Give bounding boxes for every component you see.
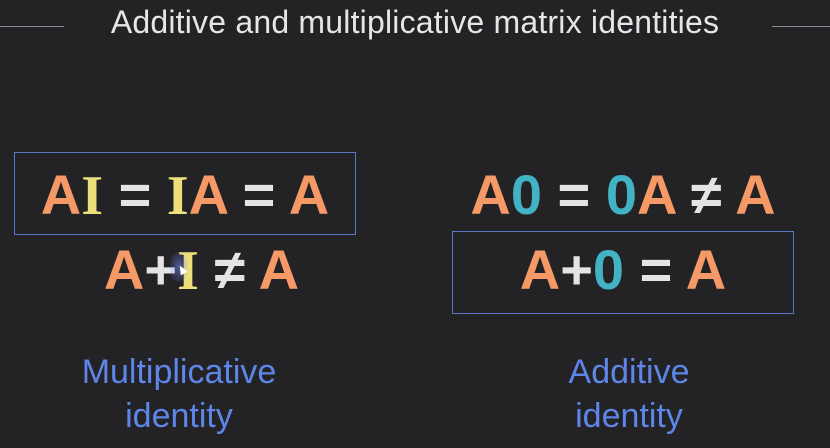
plus-sign: + — [560, 238, 593, 301]
matrix-a: A — [735, 163, 776, 226]
zero-matrix: 0 — [592, 238, 625, 301]
equals-sign: = — [103, 163, 167, 226]
equals-sign: = — [542, 163, 606, 226]
zero-matrix: 0 — [510, 163, 542, 226]
matrix-a: A — [103, 238, 145, 301]
additive-identity-caption: Additive identity — [464, 350, 794, 438]
matrix-a: A — [636, 163, 676, 226]
equals-sign: = — [227, 163, 289, 226]
not-equal-sign: ≠ — [675, 163, 736, 226]
zero-matrix: 0 — [605, 163, 637, 226]
multiplicative-identity-equation: AI = IA = A — [14, 163, 356, 227]
identity-addition-equation: A+I ≠ A — [14, 238, 389, 302]
caption-line: identity — [575, 397, 683, 435]
matrix-a: A — [188, 163, 228, 226]
matrix-a: A — [519, 238, 561, 301]
caption-line: Additive — [568, 353, 690, 391]
identity-matrix-i: I — [81, 165, 104, 227]
not-equal-sign: ≠ — [198, 238, 259, 301]
caption-line: identity — [125, 397, 233, 435]
matrix-a: A — [258, 238, 300, 301]
matrix-a: A — [685, 238, 727, 301]
zero-multiplication-equation: A0 = 0A ≠ A — [452, 163, 794, 227]
matrix-a: A — [470, 163, 511, 226]
multiplicative-identity-caption: Multiplicative identity — [14, 350, 344, 438]
equals-sign: = — [624, 238, 686, 301]
caption-line: Multiplicative — [81, 353, 277, 391]
slide-title: Additive and multiplicative matrix ident… — [110, 4, 720, 40]
matrix-a: A — [288, 163, 330, 226]
identity-matrix-i: I — [166, 165, 189, 227]
additive-identity-equation: A+0 = A — [452, 238, 794, 302]
matrix-a: A — [40, 163, 82, 226]
